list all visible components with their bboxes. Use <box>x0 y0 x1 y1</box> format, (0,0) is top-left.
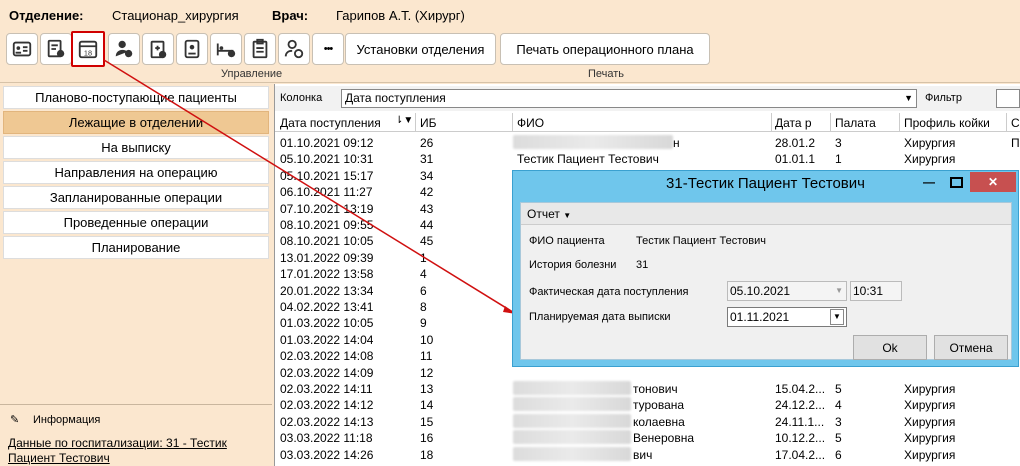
fact-time-field: 10:31 <box>850 281 902 301</box>
chevron-down-icon: ▼ <box>835 286 843 295</box>
cancel-button[interactable]: Отмена <box>934 335 1008 360</box>
ok-button[interactable]: Ok <box>853 335 927 360</box>
chevron-down-icon[interactable]: ▼ <box>830 309 844 325</box>
patient-dialog: 31-Тестик Пациент Тестович — ✕ Отчет ▼ Ф… <box>512 170 1019 367</box>
fio-label: ФИО пациента <box>529 235 605 247</box>
fact-date-field: 05.10.2021 ▼ <box>727 281 847 301</box>
menu-caret-icon: ▼ <box>563 211 572 220</box>
fio-value: Тестик Пациент Тестович <box>636 235 766 247</box>
fact-date-label: Фактическая дата поступления <box>529 286 689 298</box>
close-icon: ✕ <box>987 175 999 189</box>
plan-date-field[interactable]: 01.11.2021 ▼ <box>727 307 847 327</box>
ib-label: История болезни <box>529 259 617 271</box>
report-menu[interactable]: Отчет ▼ <box>527 207 571 221</box>
close-button[interactable]: ✕ <box>970 172 1016 192</box>
minimize-icon: — <box>923 175 935 189</box>
dialog-body: Отчет ▼ ФИО пациента Тестик Пациент Тест… <box>520 202 1012 360</box>
maximize-icon <box>949 176 963 188</box>
maximize-button[interactable] <box>943 172 969 192</box>
dialog-menubar: Отчет ▼ <box>521 203 1011 225</box>
ib-value: 31 <box>636 259 649 271</box>
plan-date-label: Планируемая дата выписки <box>529 311 671 323</box>
minimize-button[interactable]: — <box>916 172 942 192</box>
